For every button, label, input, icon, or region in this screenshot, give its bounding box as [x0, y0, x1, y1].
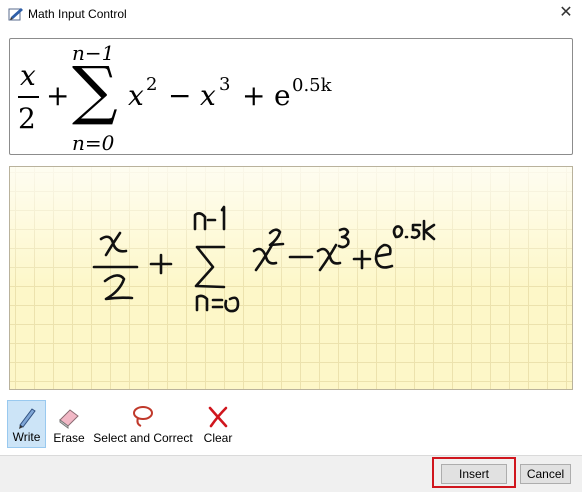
write-tool-button[interactable]: Write: [7, 400, 46, 448]
plus-sign-2: +: [242, 79, 266, 112]
erase-tool-button[interactable]: Erase: [50, 400, 88, 448]
insert-button-highlight: [432, 457, 516, 488]
exponent-2: 2: [146, 74, 158, 95]
variable-x: x: [128, 79, 144, 112]
close-icon[interactable]: ✕: [556, 3, 576, 23]
clear-tool-label: Clear: [203, 431, 233, 445]
fraction-denominator: 2: [18, 102, 36, 135]
plus-sign: +: [46, 79, 70, 112]
minus-sign: −: [168, 79, 192, 112]
ink-toolbar: Write Erase Select and Correct Clear: [0, 398, 582, 450]
select-correct-tool-button[interactable]: Select and Correct: [92, 400, 194, 448]
summation-symbol: ∑: [72, 54, 118, 128]
lasso-icon: [133, 406, 153, 427]
clear-x-icon: [208, 406, 228, 428]
write-tool-label: Write: [12, 430, 41, 444]
pen-icon: [18, 408, 36, 429]
recognized-expression: x 2 + n−1 ∑ n=0 x 2 − x 3 + e 0.5k: [10, 39, 572, 155]
erase-tool-label: Erase: [53, 431, 85, 445]
clear-tool-button[interactable]: Clear: [198, 400, 238, 448]
sum-lower-limit: n=0: [72, 131, 115, 155]
math-input-app-icon: [8, 8, 23, 21]
eraser-icon: [59, 409, 79, 429]
variable-x-2: x: [200, 79, 216, 112]
handwritten-ink: [92, 205, 436, 313]
fraction-numerator: x: [20, 59, 36, 92]
exponent-3: 3: [219, 74, 231, 95]
window-title: Math Input Control: [28, 7, 127, 21]
fraction-bar: [18, 96, 39, 98]
euler-e: e: [274, 79, 291, 112]
cancel-button[interactable]: Cancel: [520, 464, 571, 484]
ink-writing-area[interactable]: [9, 166, 573, 390]
e-exponent: 0.5k: [292, 75, 332, 96]
math-preview-panel: x 2 + n−1 ∑ n=0 x 2 − x 3 + e 0.5k: [9, 38, 573, 155]
select-correct-tool-label: Select and Correct: [93, 431, 193, 445]
title-bar: Math Input Control ✕: [0, 0, 582, 30]
